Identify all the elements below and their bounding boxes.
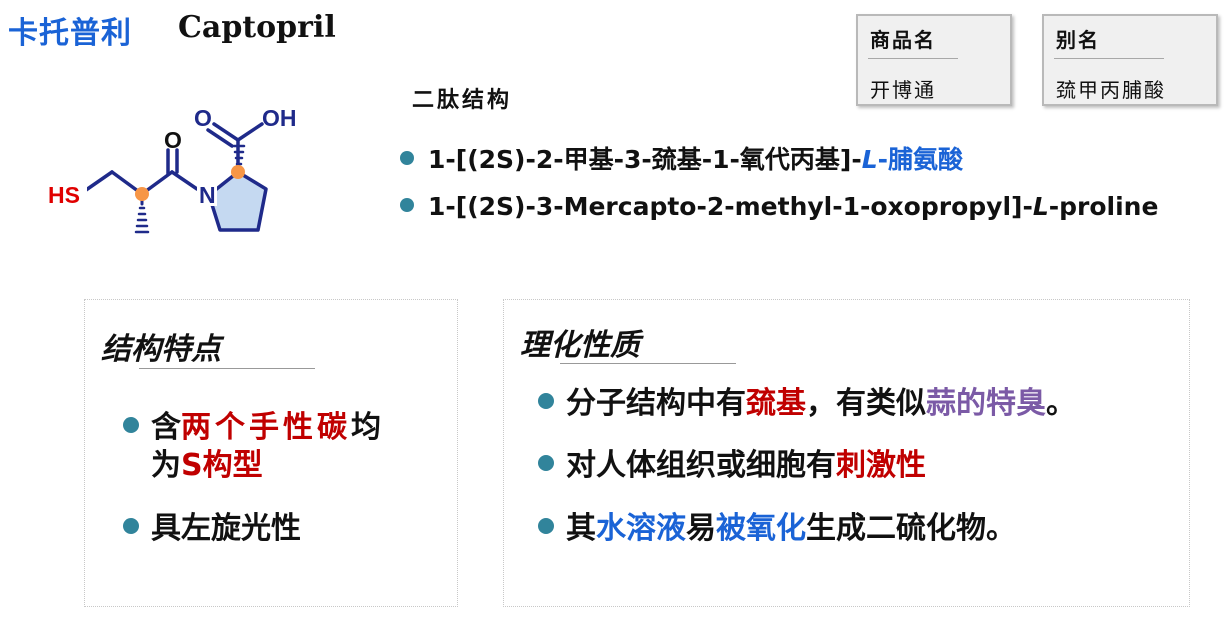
text: 含: [151, 410, 181, 445]
bullet-icon: [123, 517, 139, 534]
atom-label-hs: HS: [48, 182, 80, 208]
highlight-text: 蒜的特臭: [926, 386, 1046, 421]
iupac-name-en: 1-[(2S)-3-Mercapto-2-methyl-1-oxopropyl]…: [400, 192, 1158, 221]
text: 分子结构中有: [566, 386, 746, 421]
highlight-text: S构型: [181, 448, 263, 483]
trade-name-value: 开博通: [870, 78, 936, 102]
atom-label-o2: O: [194, 105, 212, 131]
iupac-cn-L: L: [861, 145, 878, 174]
chiral-center-marker: [231, 165, 245, 179]
divider: [560, 363, 736, 364]
panel-title: 理化性质: [520, 328, 640, 363]
bullet-icon: [400, 151, 414, 165]
atom-label-o: O: [164, 127, 182, 153]
divider: [868, 58, 958, 59]
bullet-icon: [538, 392, 554, 409]
text: 易: [686, 511, 716, 546]
highlight-text: 被氧化: [716, 511, 806, 546]
list-item: 对人体组织或细胞有刺激性: [538, 446, 926, 486]
text: 。: [1046, 386, 1076, 421]
bullet-icon: [123, 416, 139, 433]
iupac-en-L: L: [1032, 192, 1049, 221]
iupac-name-cn: 1-[(2S)-2-甲基-3-巯基-1-氧代丙基]-L-脯氨酸: [400, 140, 963, 176]
list-item: 含两个手性碳均: [123, 408, 381, 448]
iupac-en-suffix: -proline: [1048, 192, 1159, 221]
chiral-center-marker: [135, 187, 149, 201]
list-item: 具左旋光性: [123, 509, 301, 549]
text: 均: [351, 410, 381, 445]
alias-box: 别名 巯甲丙脯酸: [1042, 14, 1218, 106]
atom-label-oh: OH: [262, 105, 297, 131]
alias-value: 巯甲丙脯酸: [1056, 78, 1166, 102]
highlight-text: 巯基: [746, 386, 806, 421]
text: ，有类似: [806, 386, 926, 421]
highlight-text: 水溶液: [596, 511, 686, 546]
bond: [170, 170, 199, 191]
alias-label: 别名: [1056, 28, 1100, 52]
text: 对人体组织或细胞有: [566, 448, 836, 483]
bullet-icon: [400, 198, 414, 212]
panel-title: 结构特点: [101, 332, 221, 367]
trade-name-box: 商品名 开博通: [856, 14, 1012, 106]
bullet-icon: [538, 454, 554, 471]
bullet-icon: [538, 517, 554, 534]
trade-name-label: 商品名: [870, 28, 936, 52]
text: 生成二硫化物。: [806, 511, 1016, 546]
bond: [236, 122, 264, 142]
text: 为: [151, 448, 181, 483]
divider: [139, 368, 315, 369]
captopril-structure-diagram: HS O N O OH: [47, 105, 297, 234]
list-item: 其水溶液易被氧化生成二硫化物。: [538, 509, 1016, 549]
iupac-cn-suffix: -脯氨酸: [877, 145, 964, 174]
list-item-cont: 为S构型: [151, 446, 263, 486]
list-item: 分子结构中有巯基，有类似蒜的特臭。: [538, 384, 1076, 424]
physicochemical-panel: 理化性质 分子结构中有巯基，有类似蒜的特臭。 对人体组织或细胞有刺激性 其水溶液…: [503, 299, 1190, 607]
structure-features-panel: 结构特点 含两个手性碳均 为S构型 具左旋光性: [84, 299, 458, 607]
text: 具左旋光性: [151, 511, 301, 546]
text: 其: [566, 511, 596, 546]
drug-title-en: Captopril: [178, 10, 336, 45]
atom-label-n: N: [199, 182, 216, 208]
iupac-en-prefix: 1-[(2S)-3-Mercapto-2-methyl-1-oxopropyl]…: [428, 192, 1033, 221]
pyrrolidine-ring: [207, 170, 268, 232]
highlight-text: 刺激性: [836, 448, 926, 483]
divider: [1054, 58, 1164, 59]
iupac-cn-prefix: 1-[(2S)-2-甲基-3-巯基-1-氧代丙基]-: [428, 145, 862, 174]
highlight-text: 两个手性碳: [181, 410, 351, 445]
bond: [84, 170, 114, 192]
dipeptide-label: 二肽结构: [412, 88, 513, 113]
drug-title-cn: 卡托普利: [8, 16, 132, 51]
